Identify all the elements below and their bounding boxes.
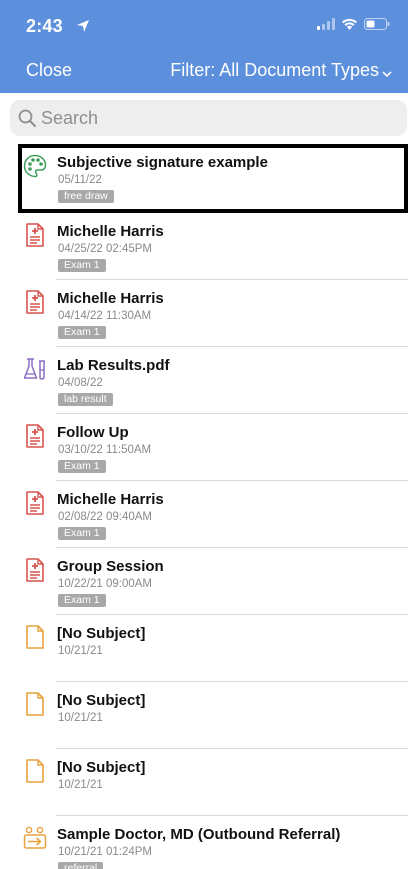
document-row[interactable]: [No Subject] 10/21/21 bbox=[0, 615, 408, 682]
document-type-badge: Exam 1 bbox=[58, 594, 106, 607]
blank-document-icon bbox=[26, 759, 44, 783]
document-row[interactable]: Follow Up 03/10/22 11:50AM Exam 1 bbox=[0, 414, 408, 481]
document-type-badge: Exam 1 bbox=[58, 259, 106, 272]
document-row[interactable]: Lab Results.pdf 04/08/22 lab result bbox=[0, 347, 408, 414]
document-date: 10/22/21 09:00AM bbox=[58, 578, 152, 590]
medical-document-icon bbox=[26, 223, 44, 247]
search-input[interactable] bbox=[41, 107, 381, 129]
document-title: [No Subject] bbox=[57, 759, 146, 776]
document-date: 04/08/22 bbox=[58, 377, 103, 389]
document-row[interactable]: Michelle Harris 04/14/22 11:30AM Exam 1 bbox=[0, 280, 408, 347]
signal-icon bbox=[317, 18, 335, 30]
document-title: Michelle Harris bbox=[57, 491, 164, 508]
location-arrow-icon bbox=[77, 20, 89, 32]
document-date: 03/10/22 11:50AM bbox=[58, 444, 152, 456]
referral-icon bbox=[23, 826, 47, 849]
document-date: 10/21/21 bbox=[58, 645, 103, 657]
blank-document-icon bbox=[26, 692, 44, 716]
document-row[interactable]: Subjective signature example 05/11/22 free… bbox=[0, 144, 408, 213]
document-title: [No Subject] bbox=[57, 625, 146, 642]
medical-document-icon bbox=[26, 558, 44, 582]
document-list: Subjective signature example 05/11/22 free… bbox=[0, 144, 408, 869]
close-button[interactable]: Close bbox=[26, 60, 72, 81]
chevron-down-icon bbox=[382, 71, 392, 78]
status-time: 2:43 bbox=[26, 16, 63, 36]
document-type-badge: Exam 1 bbox=[58, 326, 106, 339]
blank-document-icon bbox=[26, 625, 44, 649]
document-type-badge: Exam 1 bbox=[58, 527, 106, 540]
filter-button[interactable]: Filter: All Document Types bbox=[170, 60, 392, 81]
document-date: 04/25/22 02:45PM bbox=[58, 243, 152, 255]
search-icon bbox=[18, 109, 36, 127]
document-title: [No Subject] bbox=[57, 692, 146, 709]
status-bar: 2:43 bbox=[0, 0, 408, 44]
medical-document-icon bbox=[26, 424, 44, 448]
document-type-badge: referral bbox=[58, 862, 104, 869]
lab-flask-icon bbox=[23, 358, 46, 380]
search-bar[interactable] bbox=[10, 100, 407, 136]
document-date: 10/21/21 bbox=[58, 712, 103, 724]
document-type-badge: Exam 1 bbox=[58, 460, 106, 473]
document-title: Sample Doctor, MD (Outbound Referral) bbox=[57, 826, 341, 843]
header-bar: 2:43 Close Filter: All Document Types bbox=[0, 0, 408, 93]
document-date: 02/08/22 09:40AM bbox=[58, 511, 152, 523]
document-row[interactable]: Sample Doctor, MD (Outbound Referral) 10/… bbox=[0, 816, 408, 869]
document-title: Follow Up bbox=[57, 424, 129, 441]
document-title: Lab Results.pdf bbox=[57, 357, 170, 374]
filter-label: Filter: All Document Types bbox=[170, 60, 379, 80]
document-title: Group Session bbox=[57, 558, 164, 575]
wifi-icon bbox=[342, 18, 357, 30]
status-icons bbox=[317, 18, 390, 30]
document-title: Michelle Harris bbox=[57, 223, 164, 240]
document-type-badge: lab result bbox=[58, 393, 113, 406]
selection-highlight bbox=[18, 144, 408, 213]
navigation-bar: Close Filter: All Document Types bbox=[0, 58, 408, 84]
document-row[interactable]: [No Subject] 10/21/21 bbox=[0, 682, 408, 749]
document-row[interactable]: Michelle Harris 02/08/22 09:40AM Exam 1 bbox=[0, 481, 408, 548]
medical-document-icon bbox=[26, 491, 44, 515]
document-date: 04/14/22 11:30AM bbox=[58, 310, 152, 322]
document-row[interactable]: [No Subject] 10/21/21 bbox=[0, 749, 408, 816]
document-date: 10/21/21 bbox=[58, 779, 103, 791]
battery-icon bbox=[364, 18, 390, 30]
document-row[interactable]: Michelle Harris 04/25/22 02:45PM Exam 1 bbox=[0, 213, 408, 280]
document-date: 10/21/21 01:24PM bbox=[58, 846, 152, 858]
document-title: Michelle Harris bbox=[57, 290, 164, 307]
document-row[interactable]: Group Session 10/22/21 09:00AM Exam 1 bbox=[0, 548, 408, 615]
medical-document-icon bbox=[26, 290, 44, 314]
